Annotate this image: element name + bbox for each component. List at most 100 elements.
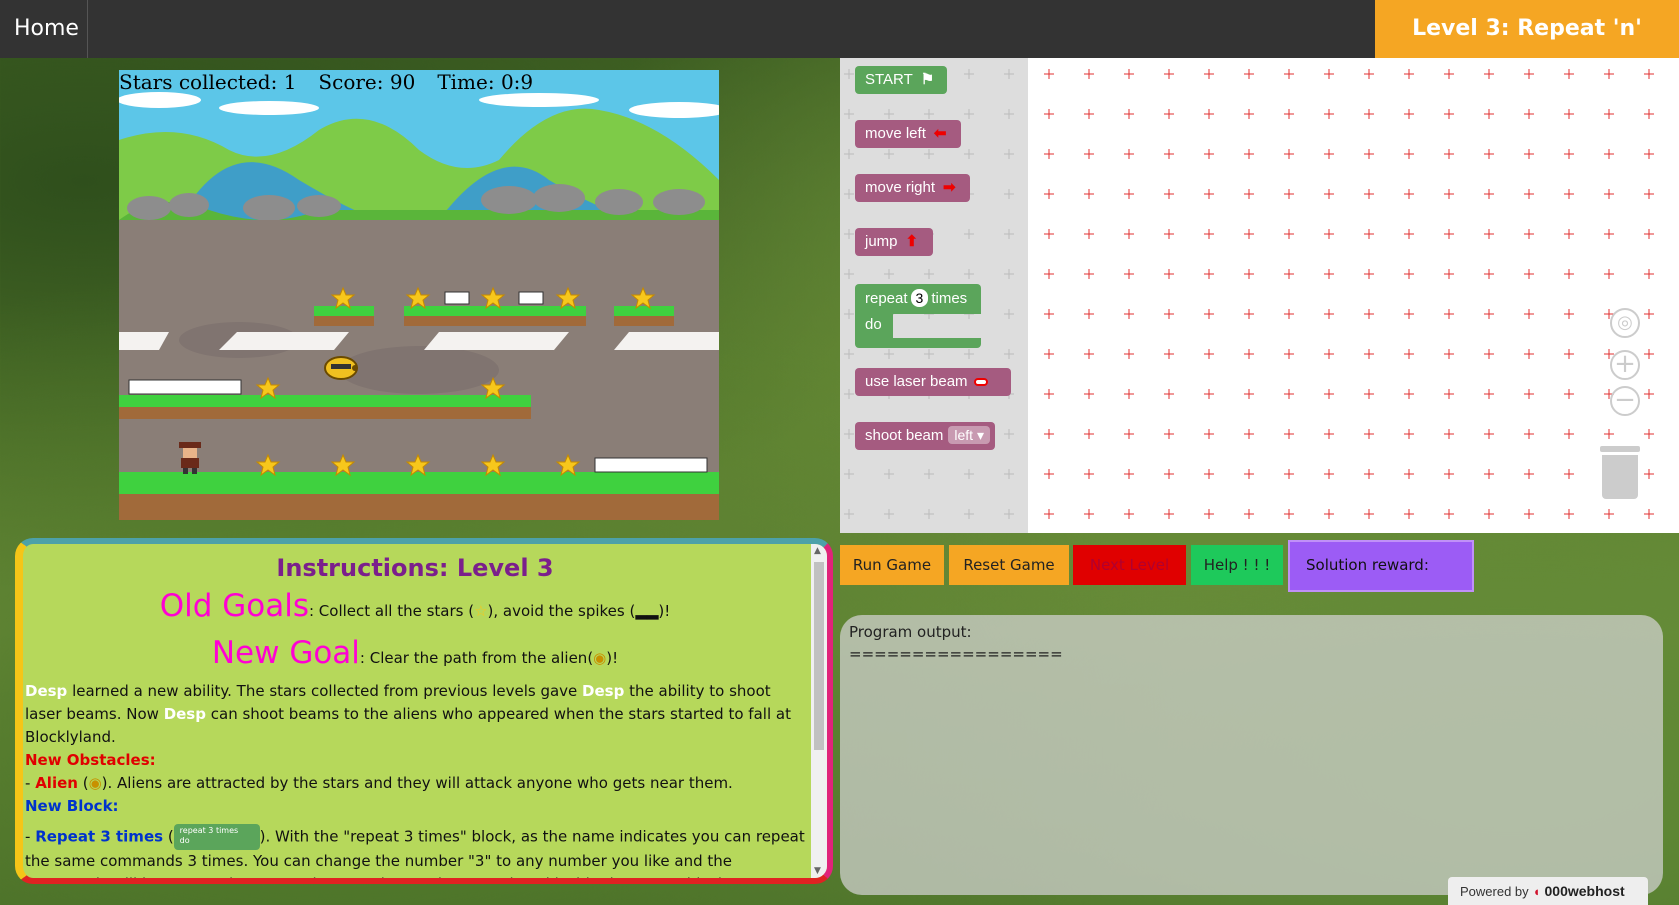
new-goal-text: : Clear the path from the alien( (359, 649, 594, 667)
direction-value: left (954, 427, 974, 443)
alien-icon: ◉ (593, 649, 607, 667)
grid-cross (1244, 69, 1254, 79)
grid-cross (1484, 309, 1494, 319)
grid-cross (1284, 429, 1294, 439)
grid-cross (1244, 309, 1254, 319)
webhost-brand: 000webhost (1544, 883, 1625, 899)
help-button[interactable]: Help ! ! ! (1191, 545, 1283, 585)
grid-cross (1084, 309, 1094, 319)
zoom-out-icon[interactable]: − (1610, 386, 1640, 416)
grid-cross (1124, 309, 1134, 319)
reset-game-button[interactable]: Reset Game (949, 545, 1069, 585)
grid-cross (1364, 189, 1374, 199)
scroll-up-icon[interactable]: ▲ (814, 546, 821, 556)
grid-cross (1164, 189, 1174, 199)
grid-cross (1204, 509, 1214, 519)
home-link[interactable]: Home (0, 0, 88, 58)
start-block[interactable]: START ⚑ (855, 66, 947, 94)
old-goals-text-3: )! (658, 602, 671, 620)
recenter-icon[interactable]: ◎ (1610, 308, 1640, 338)
laser-label: use laser beam (865, 373, 968, 390)
grid-cross (1084, 469, 1094, 479)
grid-cross (1164, 269, 1174, 279)
grid-cross (1364, 469, 1374, 479)
grid-cross (1284, 469, 1294, 479)
instructions-scrollbar[interactable]: ▲ ▼ (811, 544, 827, 878)
grid-cross (924, 349, 934, 359)
repeat-block-thumbnail: repeat 3 times do (173, 824, 260, 850)
move-right-label: move right (865, 179, 936, 196)
jump-block[interactable]: jump ⬆ (855, 228, 933, 256)
shoot-label: shoot beam (865, 427, 944, 444)
scroll-thumb[interactable] (814, 562, 824, 750)
grid-cross (1564, 229, 1574, 239)
grid-cross (1164, 69, 1174, 79)
grid-cross (1204, 109, 1214, 119)
grid-cross (1004, 469, 1014, 479)
game-scene (119, 70, 719, 520)
move-left-block[interactable]: move left ⬅ (855, 120, 961, 148)
grid-cross (1244, 509, 1254, 519)
grid-cross (1404, 269, 1414, 279)
grid-cross (1324, 469, 1334, 479)
grid-cross (1164, 109, 1174, 119)
grid-cross (1644, 469, 1654, 479)
new-block-heading: New Block: (25, 797, 119, 815)
grid-cross (1484, 149, 1494, 159)
grid-cross (1404, 509, 1414, 519)
block-toolbox[interactable]: START ⚑ move left ⬅ move right ➡ jump ⬆ repe… (840, 58, 1028, 533)
run-game-button[interactable]: Run Game (840, 545, 944, 585)
powered-by-badge[interactable]: Powered by ◖ 000webhost (1448, 877, 1648, 905)
grid-cross (1524, 429, 1534, 439)
grid-cross (1324, 349, 1334, 359)
mini-block-do: do (179, 836, 190, 845)
direction-dropdown[interactable]: left ▾ (948, 426, 990, 444)
move-right-block[interactable]: move right ➡ (855, 174, 970, 202)
next-level-button[interactable]: Next Level (1073, 545, 1186, 585)
alien-text: ( (77, 774, 89, 792)
shoot-beam-block[interactable]: shoot beam left ▾ (855, 422, 995, 450)
grid-cross (1324, 189, 1334, 199)
scroll-down-icon[interactable]: ▼ (814, 866, 821, 876)
grid-cross (1524, 149, 1534, 159)
grid-cross (1604, 189, 1614, 199)
grid-cross (1444, 269, 1454, 279)
grid-cross (1404, 109, 1414, 119)
grid-cross (1124, 189, 1134, 199)
grid-cross (1044, 469, 1054, 479)
grid-cross (844, 509, 854, 519)
grid-cross (1084, 349, 1094, 359)
game-canvas[interactable]: Stars collected: 1 Score: 90 Time: 0:9 (119, 70, 719, 520)
grid-cross (1484, 389, 1494, 399)
grid-cross (1564, 269, 1574, 279)
grid-cross (1324, 389, 1334, 399)
repeat-count-field[interactable]: 3 (910, 289, 929, 307)
grid-cross (1124, 429, 1134, 439)
grid-cross (1244, 429, 1254, 439)
instructions-panel[interactable]: Instructions: Level 3 Old Goals: Collect… (15, 538, 833, 884)
trash-icon[interactable] (1600, 446, 1640, 499)
grid-cross (1444, 109, 1454, 119)
grid-cross (844, 229, 854, 239)
blockly-editor[interactable]: START ⚑ move left ⬅ move right ➡ jump ⬆ repe… (840, 58, 1679, 533)
spikes-bottom (594, 457, 708, 473)
arrow-up-icon: ⬆ (905, 233, 919, 250)
repeat-block[interactable]: repeat 3 times do (855, 284, 981, 348)
grid-cross (1404, 349, 1414, 359)
grid-cross (1164, 509, 1174, 519)
laser-block[interactable]: use laser beam (855, 368, 1011, 396)
grid-cross (1484, 429, 1494, 439)
workspace-grid[interactable] (1028, 58, 1679, 533)
grid-cross (1484, 69, 1494, 79)
grid-cross (1044, 309, 1054, 319)
grid-cross (1044, 69, 1054, 79)
grid-cross (1324, 269, 1334, 279)
grid-cross (844, 269, 854, 279)
zoom-in-icon[interactable]: + (1610, 350, 1640, 380)
grid-cross (1164, 229, 1174, 239)
grid-cross (1604, 69, 1614, 79)
new-obstacles-heading: New Obstacles: (25, 751, 156, 769)
grid-cross (1244, 109, 1254, 119)
grid-cross (1004, 509, 1014, 519)
repeat-label: repeat (865, 290, 908, 307)
